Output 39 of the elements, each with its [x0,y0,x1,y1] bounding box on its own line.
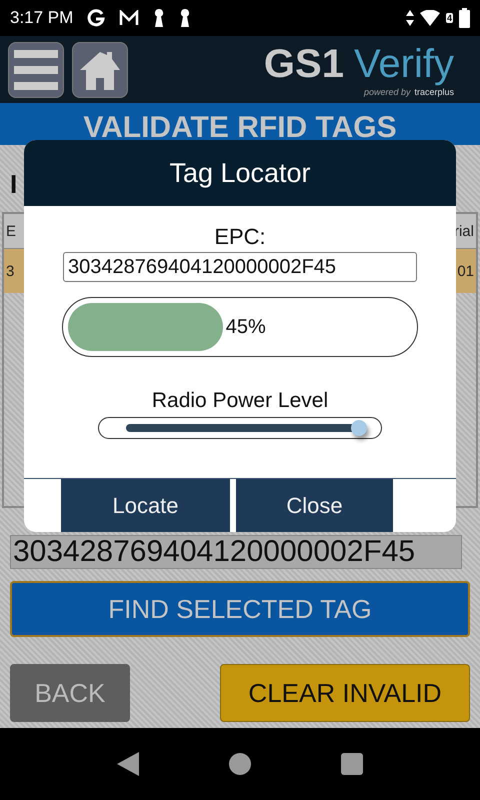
keyhole-icon [179,9,192,27]
menu-button[interactable] [8,42,64,98]
clear-invalid-button[interactable]: CLEAR INVALID [220,664,470,722]
brand-text: tracerplus [414,87,454,97]
dialog-title: Tag Locator [169,158,311,188]
status-time: 3:17 PM [10,8,74,28]
section-heading: I [10,169,18,200]
page-title: VALIDATE RFID TAGS [83,111,397,145]
logo-text: Verify [354,42,454,87]
power-slider[interactable] [98,417,382,439]
mail-icon [119,10,140,26]
powered-by-text: powered by [364,87,410,97]
locate-button[interactable]: Locate [61,479,230,532]
table-cell: 3 [6,262,14,280]
home-nav-button[interactable] [229,753,251,775]
square-recents-icon [341,753,363,775]
logo-text: GS1 [264,42,344,87]
epc-input-field[interactable]: 303428769404120000002F45 [10,535,462,569]
close-button[interactable]: Close [236,479,393,532]
triangle-back-icon [117,752,139,776]
find-tag-button[interactable]: FIND SELECTED TAG [10,581,470,637]
wifi-icon [420,10,440,26]
battery-icon [459,8,470,28]
signal-reading: 45% [226,316,266,339]
table-cell: 01 [457,262,474,280]
g-letter-icon [87,9,106,27]
back-nav-button[interactable] [117,752,139,776]
column-header: E [6,222,16,240]
epc-field[interactable]: 303428769404120000002F45 [63,252,417,282]
slider-thumb[interactable] [351,420,367,436]
keyhole-icon [153,9,166,27]
home-icon [78,50,122,90]
circle-home-icon [229,753,251,775]
home-button[interactable] [72,42,128,98]
power-label: Radio Power Level [152,389,328,413]
wifi-badge: 4 [446,13,453,23]
epc-label: EPC: [214,224,266,250]
menu-icon [14,50,58,90]
data-arrows-icon [406,10,414,26]
